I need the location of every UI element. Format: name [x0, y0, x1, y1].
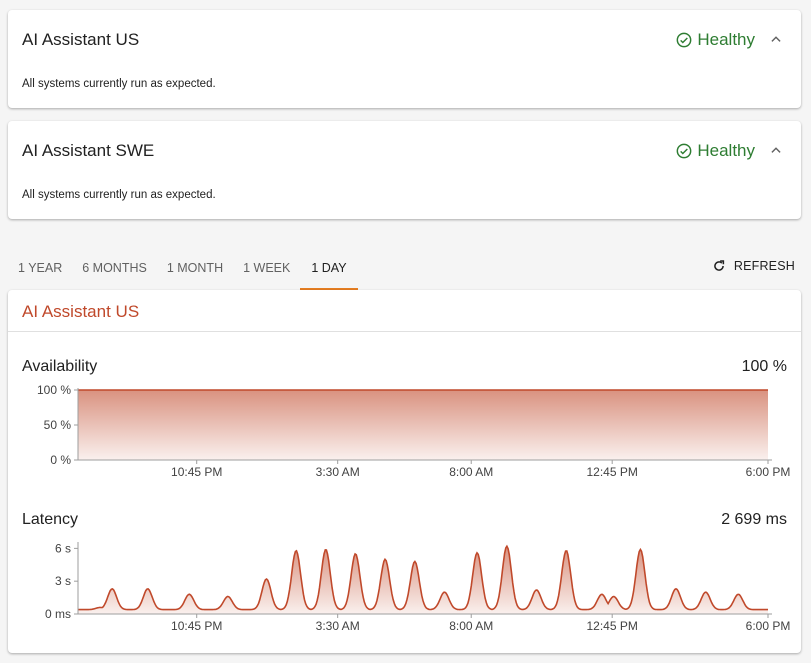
check-circle-icon	[676, 143, 692, 159]
availability-value: 100 %	[741, 358, 787, 375]
service-title: AI Assistant US	[22, 30, 140, 49]
tab-1-month[interactable]: 1 MONTH	[157, 250, 233, 288]
status-badge: Healthy	[676, 141, 755, 161]
chart-card-title: AI Assistant US	[22, 302, 140, 321]
y-tick-label: 0 %	[50, 453, 71, 467]
chevron-up-icon[interactable]	[769, 32, 783, 46]
service-description: All systems currently run as expected.	[22, 189, 216, 201]
service-card-us: AI Assistant US Healthy All systems curr…	[8, 10, 801, 108]
refresh-label: REFRESH	[733, 259, 795, 273]
status-badge: Healthy	[676, 30, 755, 50]
x-tick-label: 6:00 PM	[746, 619, 791, 633]
tab-1-week[interactable]: 1 WEEK	[233, 250, 300, 288]
series-area	[78, 390, 768, 460]
x-tick-label: 3:30 AM	[316, 465, 360, 479]
refresh-button[interactable]: REFRESH	[712, 259, 795, 273]
latency-value: 2 699 ms	[721, 511, 787, 528]
metrics-card: AI Assistant US Availability 100 % 100 %…	[8, 290, 801, 653]
check-circle-icon	[676, 32, 692, 48]
latency-label: Latency	[22, 511, 79, 528]
y-tick-label: 3 s	[55, 574, 71, 588]
refresh-icon	[714, 260, 724, 271]
latency-chart: 6 s 3 s 0 ms 10:45 PM 3:30 AM 8:00 AM 12:45 PM…	[45, 541, 791, 633]
chevron-up-icon[interactable]	[769, 143, 783, 157]
y-tick-label: 0 ms	[45, 607, 71, 621]
tab-6-months[interactable]: 6 MONTHS	[72, 250, 157, 288]
service-description: All systems currently run as expected.	[22, 78, 216, 90]
status-text: Healthy	[697, 30, 755, 49]
x-tick-label: 12:45 PM	[587, 619, 638, 633]
status-text: Healthy	[697, 141, 755, 160]
x-tick-label: 6:00 PM	[746, 465, 791, 479]
x-tick-label: 12:45 PM	[587, 465, 638, 479]
divider	[8, 331, 801, 332]
y-tick-label: 6 s	[55, 541, 71, 555]
tab-1-year[interactable]: 1 YEAR	[8, 250, 72, 288]
x-tick-label: 10:45 PM	[171, 465, 222, 479]
availability-label: Availability	[22, 358, 98, 375]
service-card-swe: AI Assistant SWE Healthy All systems cur…	[8, 121, 801, 219]
x-tick-label: 3:30 AM	[316, 619, 360, 633]
availability-chart: 100 % 50 % 0 % 10:45 PM 3:30 AM 8:00 AM 12:45 …	[37, 383, 791, 479]
service-title: AI Assistant SWE	[22, 141, 155, 160]
x-tick-label: 8:00 AM	[449, 465, 493, 479]
tab-1-day[interactable]: 1 DAY	[300, 250, 358, 290]
y-tick-label: 100 %	[37, 383, 71, 397]
x-tick-label: 8:00 AM	[449, 619, 493, 633]
series-area	[78, 546, 768, 614]
x-tick-label: 10:45 PM	[171, 619, 222, 633]
y-tick-label: 50 %	[44, 418, 72, 432]
range-tabs: 1 YEAR 6 MONTHS 1 MONTH 1 WEEK 1 DAY	[8, 250, 358, 290]
series-line	[78, 544, 768, 611]
